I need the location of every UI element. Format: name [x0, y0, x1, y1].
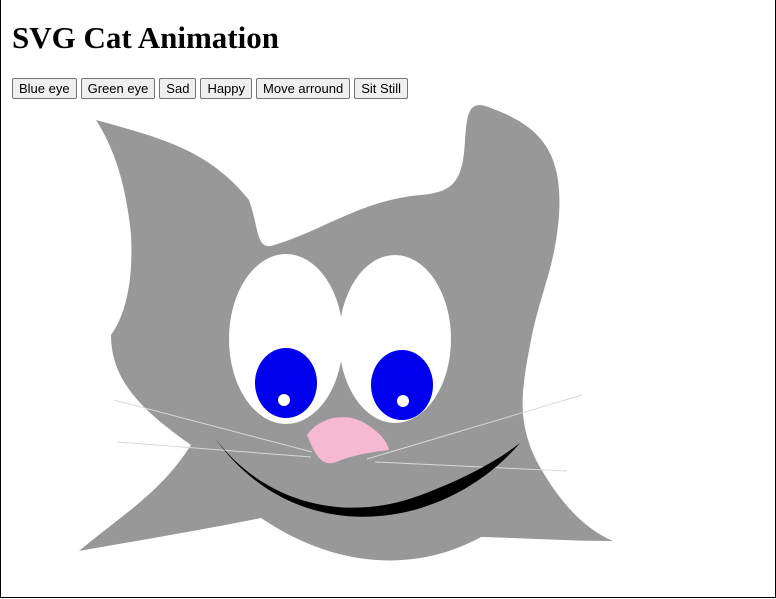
left-eye-highlight: [278, 394, 290, 406]
right-iris: [371, 350, 433, 420]
left-iris: [255, 348, 317, 418]
page-frame: SVG Cat Animation Blue eye Green eye Sad…: [0, 0, 776, 598]
cat-canvas: [79, 105, 613, 561]
right-eye-highlight: [397, 395, 409, 407]
